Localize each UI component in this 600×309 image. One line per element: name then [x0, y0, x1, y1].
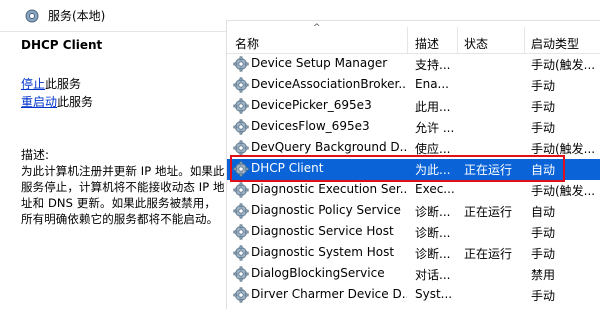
service-startup-type-cell: 手动 — [531, 79, 556, 93]
table-header: ^ 名称 描述 状态 启动类型 — [227, 21, 600, 54]
table-row[interactable]: DHCP Client 为此... 正在运行 自动 — [227, 159, 600, 180]
service-gear-icon — [233, 245, 249, 261]
table-row[interactable]: DevicesFlow_695e3 允许 ... 手动 — [227, 117, 600, 138]
service-name-cell: Diagnostic Execution Ser... — [251, 182, 407, 196]
service-gear-icon — [233, 287, 249, 303]
service-description-cell: 诊断... — [415, 205, 451, 219]
service-gear-icon — [233, 119, 249, 135]
service-description-cell: 使应... — [415, 142, 451, 156]
service-gear-icon — [233, 266, 249, 282]
service-name-cell: DialogBlockingService — [251, 266, 385, 280]
table-row[interactable]: Device Setup Manager 支持... 手动(触发... — [227, 54, 600, 75]
action-stop: 停止此服务 — [21, 75, 227, 93]
description-text: 为此计算机注册并更新 IP 地址。如果此服务停止，计算机将不能接收动态 IP 地… — [21, 164, 225, 226]
table-row[interactable]: DialogBlockingService 对话... 禁用 — [227, 264, 600, 285]
service-status-cell: 正在运行 — [464, 205, 513, 219]
service-description-cell: Ena... — [415, 77, 449, 91]
table-row[interactable]: Dirver Charmer Device D... Syst... 手动 — [227, 285, 600, 306]
table-row[interactable]: Diagnostic Service Host 诊断... 手动 — [227, 222, 600, 243]
service-description-cell: Exec... — [415, 182, 455, 196]
service-name-cell: Diagnostic Policy Service — [251, 203, 401, 217]
column-header-startup-type[interactable]: 启动类型 — [531, 35, 579, 52]
service-gear-icon — [233, 203, 249, 219]
service-gear-icon — [233, 182, 249, 198]
service-status-cell: 正在运行 — [464, 163, 513, 177]
gear-icon — [24, 8, 40, 24]
restart-service-suffix: 此服务 — [57, 95, 94, 109]
action-restart: 重启动此服务 — [21, 93, 227, 111]
stop-service-link[interactable]: 停止 — [21, 77, 45, 91]
sort-ascending-icon: ^ — [313, 23, 321, 33]
service-description-cell: 诊断... — [415, 247, 451, 261]
service-name-cell: DevicePicker_695e3 — [251, 98, 372, 112]
services-list: ^ 名称 描述 状态 启动类型 Device Setup Manager 支持..… — [226, 20, 600, 309]
service-name-cell: DHCP Client — [251, 161, 324, 175]
service-description-cell: 诊断... — [415, 226, 451, 240]
service-startup-type-cell: 手动(触发... — [531, 184, 596, 198]
service-startup-type-cell: 手动 — [531, 289, 556, 303]
service-startup-type-cell: 手动 — [531, 226, 556, 240]
service-startup-type-cell: 自动 — [531, 163, 556, 177]
service-name-cell: Diagnostic System Host — [251, 245, 395, 259]
window-title: 服务(本地) — [48, 9, 106, 23]
service-gear-icon — [233, 161, 249, 177]
service-startup-type-cell: 自动 — [531, 205, 556, 219]
stop-service-suffix: 此服务 — [45, 77, 82, 91]
service-name-cell: DevQuery Background D... — [251, 140, 407, 154]
table-row[interactable]: Diagnostic Policy Service 诊断... 正在运行 自动 — [227, 201, 600, 222]
column-divider[interactable] — [457, 27, 458, 53]
service-startup-type-cell: 禁用 — [531, 268, 556, 282]
service-description-cell: 对话... — [415, 268, 451, 282]
service-actions: 停止此服务 重启动此服务 — [21, 75, 227, 111]
service-name-cell: DeviceAssociationBroker... — [251, 77, 407, 91]
service-name-cell: Device Setup Manager — [251, 56, 388, 70]
service-startup-type-cell: 手动(触发... — [531, 142, 596, 156]
service-status-cell: 正在运行 — [464, 247, 513, 261]
service-gear-icon — [233, 224, 249, 240]
restart-service-link[interactable]: 重启动 — [21, 95, 57, 109]
table-row[interactable]: Diagnostic Execution Ser... Exec... 手动(触发.… — [227, 180, 600, 201]
service-description-cell: 支持... — [415, 58, 451, 72]
service-name-cell: Dirver Charmer Device D... — [251, 287, 407, 301]
service-startup-type-cell: 手动 — [531, 100, 556, 114]
service-description-cell: 此用... — [415, 100, 451, 114]
service-gear-icon — [233, 98, 249, 114]
service-name-cell: DevicesFlow_695e3 — [251, 119, 370, 133]
service-description-cell: Syst... — [415, 287, 453, 301]
service-startup-type-cell: 手动(触发... — [531, 58, 596, 72]
column-header-description[interactable]: 描述 — [415, 35, 439, 52]
service-name-cell: Diagnostic Service Host — [251, 224, 394, 238]
column-header-name[interactable]: 名称 — [235, 35, 259, 52]
table-row[interactable]: DeviceAssociationBroker... Ena... 手动 — [227, 75, 600, 96]
service-description-cell: 允许 ... — [415, 121, 455, 135]
column-divider[interactable] — [524, 27, 525, 53]
service-gear-icon — [233, 140, 249, 156]
service-startup-type-cell: 手动 — [531, 121, 556, 135]
service-gear-icon — [233, 56, 249, 72]
service-gear-icon — [233, 77, 249, 93]
service-name-heading: DHCP Client — [21, 38, 103, 52]
column-divider[interactable] — [407, 27, 408, 53]
table-row[interactable]: DevicePicker_695e3 此用... 手动 — [227, 96, 600, 117]
service-startup-type-cell: 手动 — [531, 247, 556, 261]
service-detail-pane: DHCP Client 停止此服务 重启动此服务 描述: 为此计算机注册并更新 … — [0, 32, 227, 309]
description-label: 描述: — [21, 148, 50, 162]
column-header-status[interactable]: 状态 — [464, 35, 488, 52]
service-description-cell: 为此... — [415, 163, 451, 177]
table-row[interactable]: DevQuery Background D... 使应... 手动(触发... — [227, 138, 600, 159]
table-row[interactable]: Diagnostic System Host 诊断... 正在运行 手动 — [227, 243, 600, 264]
